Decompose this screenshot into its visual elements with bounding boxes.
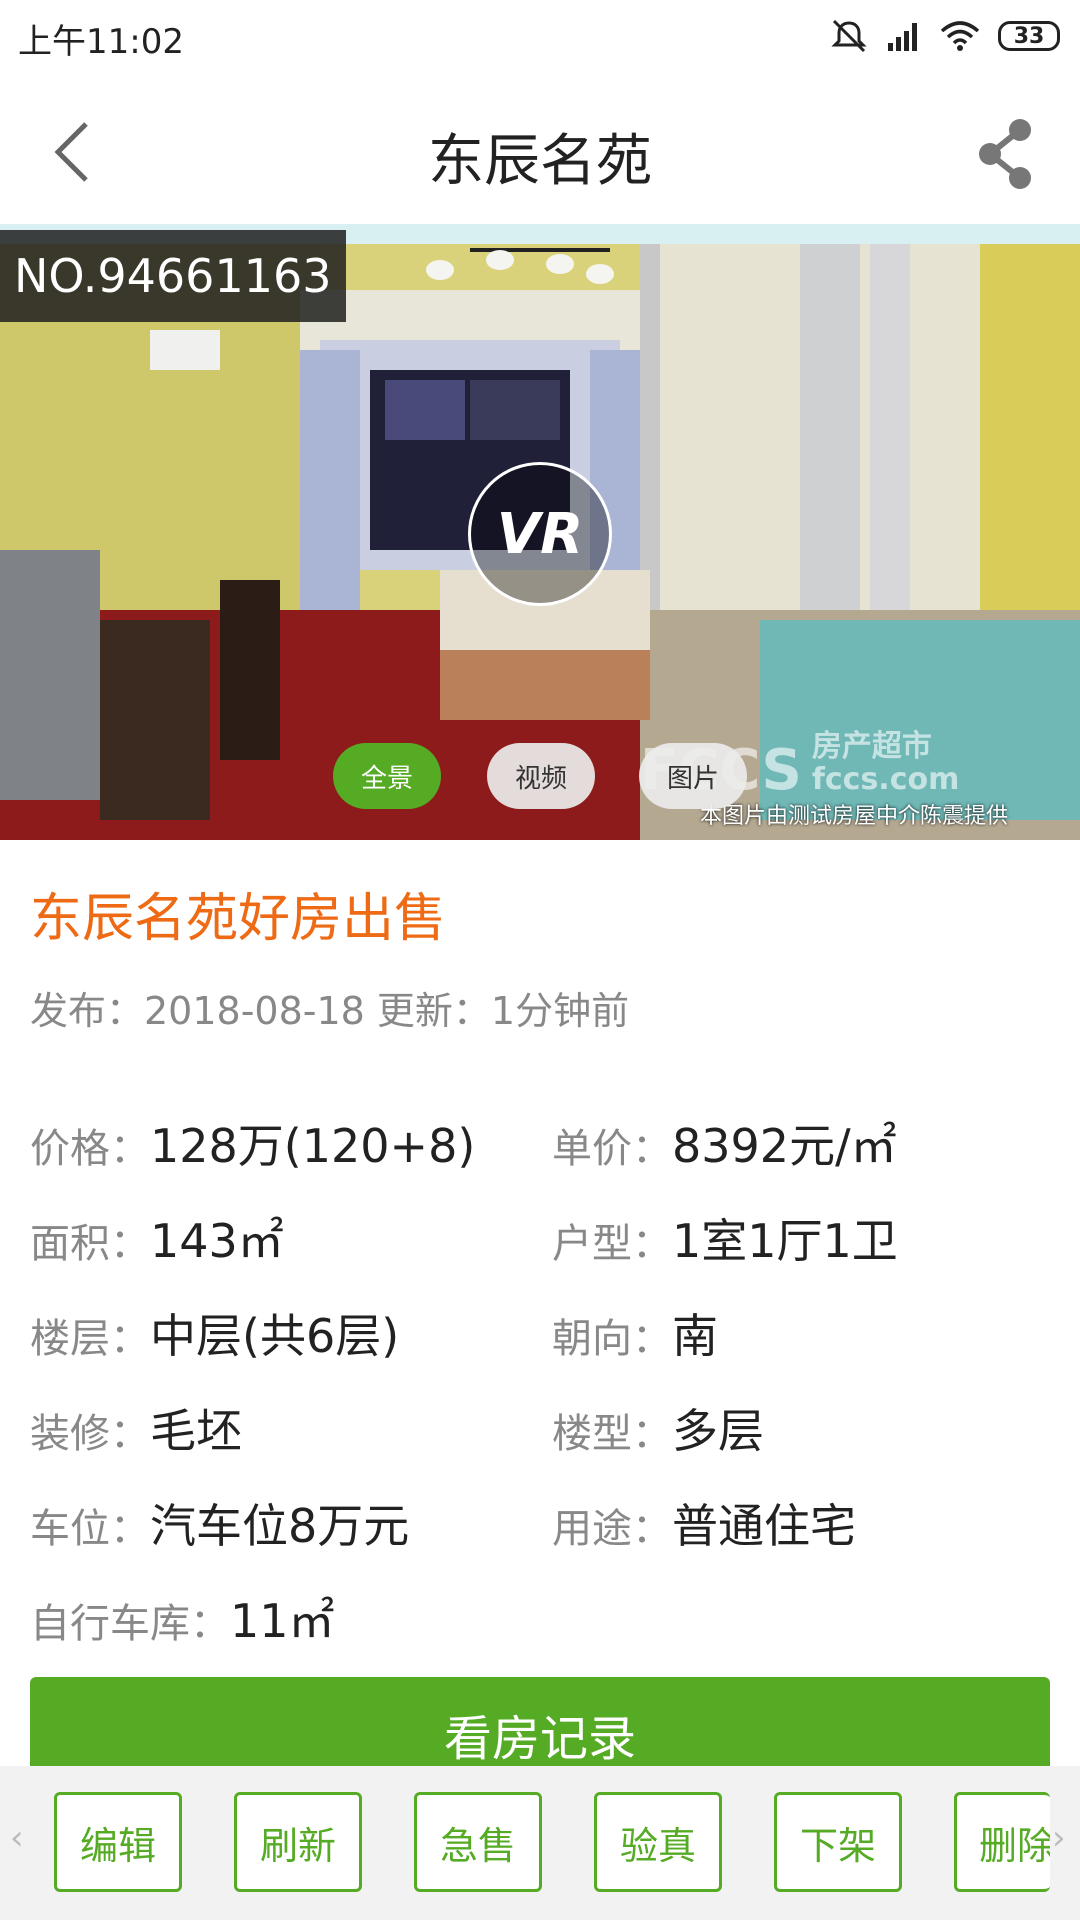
wifi-icon [940,21,980,51]
tab-video[interactable]: 视频 [487,743,595,809]
listing-title: 东辰名苑好房出售 [30,889,447,949]
vr-button[interactable]: VR [468,462,612,606]
mute-icon [831,19,867,53]
status-time: 上午11:02 [18,22,184,62]
detail-value: 8392元/㎡ [672,1119,897,1173]
detail-value: 多层 [672,1404,764,1458]
detail-value: 143㎡ [150,1214,284,1268]
status-bar: 上午11:02 33 [0,0,1080,72]
detail-value: 汽车位8万元 [150,1499,410,1553]
take-down-button[interactable]: 下架 [774,1792,902,1892]
battery-icon: 33 [998,21,1060,51]
detail-price: 价格：128万(120+8) [30,1110,476,1173]
tab-panorama[interactable]: 全景 [333,743,441,809]
detail-parking: 车位：汽车位8万元 [30,1490,410,1553]
detail-label: 户型： [552,1221,672,1267]
photo-credit: 本图片由测试房屋中介陈震提供 [700,804,1009,829]
refresh-button[interactable]: 刷新 [234,1792,362,1892]
edit-button[interactable]: 编辑 [54,1792,182,1892]
detail-value: 普通住宅 [672,1499,856,1553]
detail-label: 车位： [30,1506,150,1552]
scroll-right-icon[interactable]: › [1052,1818,1066,1858]
detail-area: 面积：143㎡ [30,1205,284,1268]
verify-button[interactable]: 验真 [594,1792,722,1892]
listing-number: NO.94661163 [0,230,346,322]
detail-decoration: 装修：毛坯 [30,1395,242,1458]
action-toolbar: ‹ 编辑 刷新 急售 验真 下架 删除 › [0,1766,1080,1920]
detail-value: 1室1厅1卫 [672,1214,898,1268]
detail-label: 装修： [30,1411,150,1457]
detail-value: 中层(共6层) [150,1309,400,1363]
detail-label: 价格： [30,1126,150,1172]
detail-label: 自行车库： [30,1601,230,1647]
detail-value: 毛坯 [150,1404,242,1458]
detail-value: 南 [672,1309,718,1363]
detail-label: 用途： [552,1506,672,1552]
detail-label: 朝向： [552,1316,672,1362]
brand-text: 房产超市 [811,729,932,764]
delete-button[interactable]: 删除 [954,1792,1050,1892]
detail-label: 面积： [30,1221,150,1267]
detail-orientation: 朝向：南 [552,1300,718,1363]
detail-bike-storage: 自行车库：11㎡ [30,1585,335,1648]
detail-label: 单价： [552,1126,672,1172]
detail-building-type: 楼型：多层 [552,1395,764,1458]
tab-photos[interactable]: 图片 [639,743,747,809]
urgent-sale-button[interactable]: 急售 [414,1792,542,1892]
share-icon[interactable] [970,116,1040,192]
detail-value: 128万(120+8) [150,1119,476,1173]
detail-label: 楼层： [30,1316,150,1362]
detail-layout: 户型：1室1厅1卫 [552,1205,898,1268]
detail-value: 11㎡ [230,1594,335,1648]
detail-floor: 楼层：中层(共6层) [30,1300,400,1363]
status-icons: 33 [830,14,1060,58]
brand-domain: fccs.com [811,762,960,797]
detail-usage: 用途：普通住宅 [552,1490,856,1553]
property-photo[interactable]: NO.94661163 VR FCCS房产超市fccs.com 本图片由测试房屋… [0,230,1080,840]
app-header: 东辰名苑 [0,72,1080,230]
listing-meta: 发布：2018-08-18 更新：1分钟前 [30,989,630,1033]
detail-unit-price: 单价：8392元/㎡ [552,1110,897,1173]
scroll-left-icon[interactable]: ‹ [10,1818,24,1858]
detail-label: 楼型： [552,1411,672,1457]
page-title: 东辰名苑 [428,129,652,194]
signal-icon [888,23,917,51]
